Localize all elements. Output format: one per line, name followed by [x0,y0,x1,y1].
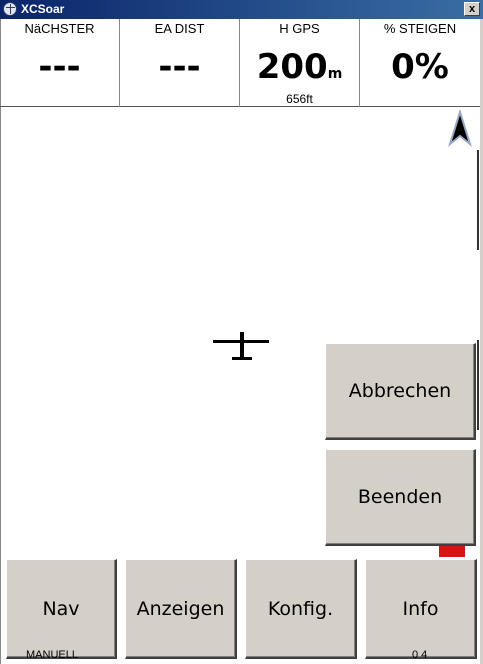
infobox-steigen[interactable]: % STEIGEN 0% [360,19,480,107]
infobox-ea-dist[interactable]: EA DIST --- [120,19,240,107]
map-edge-line [477,340,479,430]
infobox-value: --- [158,47,201,87]
window-title: XCSoar [21,2,65,16]
infobox-value: 200m [256,47,343,87]
infobox-unit: m [327,66,343,82]
konfig-button[interactable]: Konfig. [245,559,357,659]
infobox-subvalue: 656ft [286,92,313,106]
beenden-button[interactable]: Beenden [325,449,476,546]
infobox-label: H GPS [279,21,320,36]
infobox-bar: NäCHSTER --- EA DIST --- H GPS 200m 656f… [0,19,480,107]
flight-mode-label: MANUELL [26,649,78,661]
anzeigen-button[interactable]: Anzeigen [125,559,237,659]
infobox-value: 0% [391,47,449,87]
info-button[interactable]: Info [365,559,477,659]
infobox-value: --- [38,47,81,87]
infobox-label: EA DIST [154,21,205,36]
app-icon [3,2,17,16]
glider-icon [213,332,269,360]
title-bar: XCSoar x [0,0,483,19]
infobox-label: NäCHSTER [24,21,95,36]
infobox-h-gps[interactable]: H GPS 200m 656ft [240,19,360,107]
map-edge-line [477,150,479,250]
status-label: 0 4 [412,649,428,661]
nav-button[interactable]: Nav [6,559,117,659]
infobox-label: % STEIGEN [383,21,457,36]
north-arrow-icon [448,110,472,147]
close-button[interactable]: x [464,2,480,16]
abbrechen-button[interactable]: Abbrechen [325,343,476,440]
infobox-naechster[interactable]: NäCHSTER --- [0,19,120,107]
